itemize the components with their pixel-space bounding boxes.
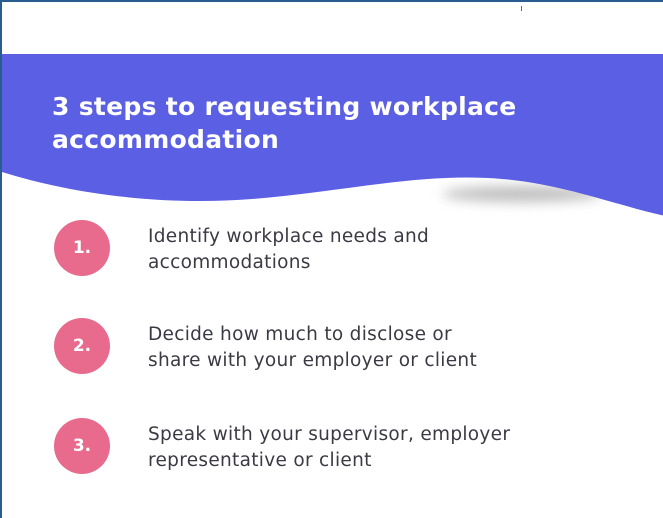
page-title: 3 steps to requesting workplace accommod… — [52, 90, 632, 156]
title-line-1: 3 steps to requesting workplace — [52, 92, 517, 121]
step-1-line-2: accommodations — [148, 252, 311, 273]
step-description-3: Speak with your supervisor, employer rep… — [148, 422, 588, 474]
step-number-badge-3: 3. — [54, 418, 110, 474]
step-description-1: Identify workplace needs and accommodati… — [148, 224, 588, 276]
step-2-line-2: share with your employer or client — [148, 350, 478, 371]
step-item-2: 2. Decide how much to disclose or share … — [54, 318, 614, 378]
step-3-line-2: representative or client — [148, 450, 372, 471]
step-2-line-1: Decide how much to disclose or — [148, 324, 452, 345]
step-description-2: Decide how much to disclose or share wit… — [148, 322, 588, 374]
title-line-2: accommodation — [52, 125, 280, 154]
infographic-frame: 3 steps to requesting workplace accommod… — [0, 0, 663, 518]
step-number-badge-2: 2. — [54, 318, 110, 374]
step-3-line-1: Speak with your supervisor, employer — [148, 424, 511, 445]
step-1-line-1: Identify workplace needs and — [148, 226, 430, 247]
step-item-1: 1. Identify workplace needs and accommod… — [54, 220, 614, 280]
decorative-tick-mark — [521, 6, 522, 11]
step-item-3: 3. Speak with your supervisor, employer … — [54, 418, 614, 478]
step-number-badge-1: 1. — [54, 220, 110, 276]
